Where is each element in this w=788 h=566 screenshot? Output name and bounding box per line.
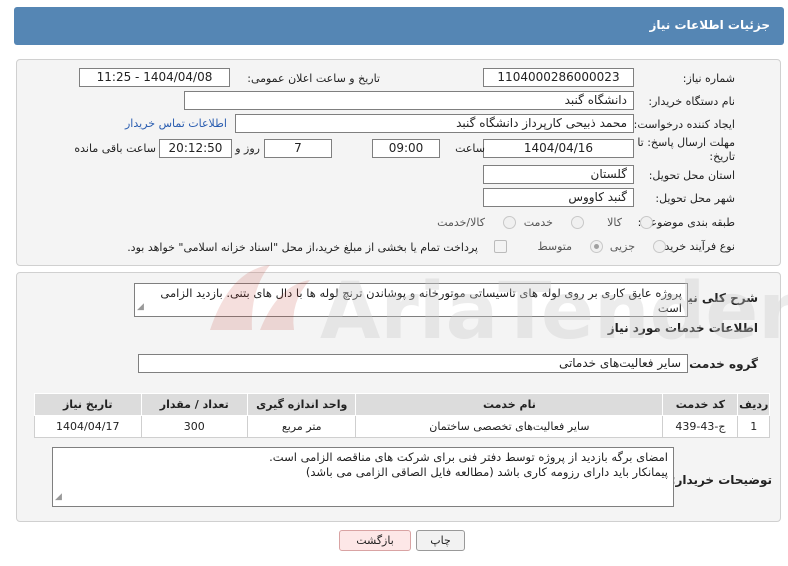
category-radio-goods[interactable] [640,216,653,229]
table-row: 1 ج-43-439 سایر فعالیت‌های تخصصی ساختمان… [34,415,770,438]
announce-label: تاریخ و ساعت اعلان عمومی: [247,72,380,85]
cell-service-code: ج-43-439 [662,415,739,438]
deadline-time-label: ساعت [455,142,485,155]
resize-grip-icon[interactable]: ◢ [55,490,62,505]
process-label: نوع فرآیند خرید : [657,240,735,253]
page-title: جزئیات اطلاعات نیاز [649,18,770,32]
need-number-label: شماره نیاز: [682,72,735,85]
services-table: ردیف کد خدمت نام خدمت واحد اندازه گیری ت… [34,393,770,438]
creator-label: ایجاد کننده درخواست: [633,118,735,131]
treasury-payment-checkbox[interactable] [494,240,507,253]
category-option-service: خدمت [523,216,553,229]
service-group-label: گروه خدمت: [684,357,758,371]
announce-datetime-field: 1404/04/08 - 11:25 [79,68,230,87]
page-header: جزئیات اطلاعات نیاز [14,7,784,45]
city-field: گنبد کاووس [483,188,634,207]
buyer-notes-field: امضای برگه بازدید از پروژه توسط دفتر فنی… [52,447,674,507]
buyer-contact-link[interactable]: اطلاعات تماس خریدار [125,117,227,130]
process-radio-medium[interactable] [590,240,603,253]
back-button[interactable]: بازگشت [339,530,411,551]
resize-grip-icon[interactable]: ◢ [137,300,144,315]
category-radio-service[interactable] [571,216,584,229]
cell-need-date: 1404/04/17 [34,415,142,438]
print-button[interactable]: چاپ [416,530,465,551]
col-header-need-date: تاریخ نیاز [34,393,142,416]
table-header-row: ردیف کد خدمت نام خدمت واحد اندازه گیری ت… [34,393,770,416]
service-group-field: سایر فعالیت‌های خدماتی [138,354,688,373]
category-option-goods-service: کالا/خدمت [437,216,485,229]
description-text: پروژه عایق کاری بر روی لوله های تاسیساتی… [160,286,682,315]
category-option-goods: کالا [607,216,622,229]
col-header-quantity: تعداد / مقدار [140,393,248,416]
time-remaining-field: 20:12:50 [159,139,232,158]
need-number-field: 1104000286000023 [483,68,634,87]
description-field: پروژه عایق کاری بر روی لوله های تاسیساتی… [134,283,688,317]
province-label: استان محل تحویل: [648,169,735,182]
buyer-org-field: دانشگاه گنبد [184,91,634,110]
treasury-payment-note: پرداخت تمام یا بخشی از مبلغ خرید،از محل … [127,241,478,254]
buyer-notes-line-2: پیمانکار باید دارای رزومه کاری باشد (مطا… [305,465,668,479]
col-header-row-number: ردیف [737,393,770,416]
col-header-service-code: کد خدمت [662,393,739,416]
city-label: شهر محل تحویل: [655,192,735,205]
cell-quantity: 300 [140,415,248,438]
process-radio-minor[interactable] [653,240,666,253]
col-header-unit: واحد اندازه گیری [246,393,357,416]
time-remaining-label: ساعت باقی مانده [74,142,156,155]
buyer-notes-line-1: امضای برگه بازدید از پروژه توسط دفتر فنی… [269,450,668,464]
cell-row-number: 1 [737,415,770,438]
buyer-org-label: نام دستگاه خریدار: [648,95,735,108]
buyer-notes-label: توضیحات خریدار: [670,473,772,487]
category-radio-goods-service[interactable] [503,216,516,229]
deadline-label-line2: تاریخ: [709,150,735,163]
col-header-service-name: نام خدمت [355,393,664,416]
deadline-time-field: 09:00 [372,139,440,158]
services-section-title: اطلاعات خدمات مورد نیاز [607,321,758,335]
process-option-minor: جزیی [609,240,635,253]
creator-field: محمد ذبیحی کارپرداز دانشگاه گنبد [235,114,634,133]
deadline-label-line1: مهلت ارسال پاسخ: تا [637,136,735,149]
province-field: گلستان [483,165,634,184]
process-option-medium: متوسط [537,240,572,253]
days-label: روز و [235,142,260,155]
cell-unit: متر مربع [246,415,357,438]
cell-service-name: سایر فعالیت‌های تخصصی ساختمان [355,415,664,438]
deadline-date-field: 1404/04/16 [483,139,634,158]
days-remaining-field: 7 [264,139,332,158]
